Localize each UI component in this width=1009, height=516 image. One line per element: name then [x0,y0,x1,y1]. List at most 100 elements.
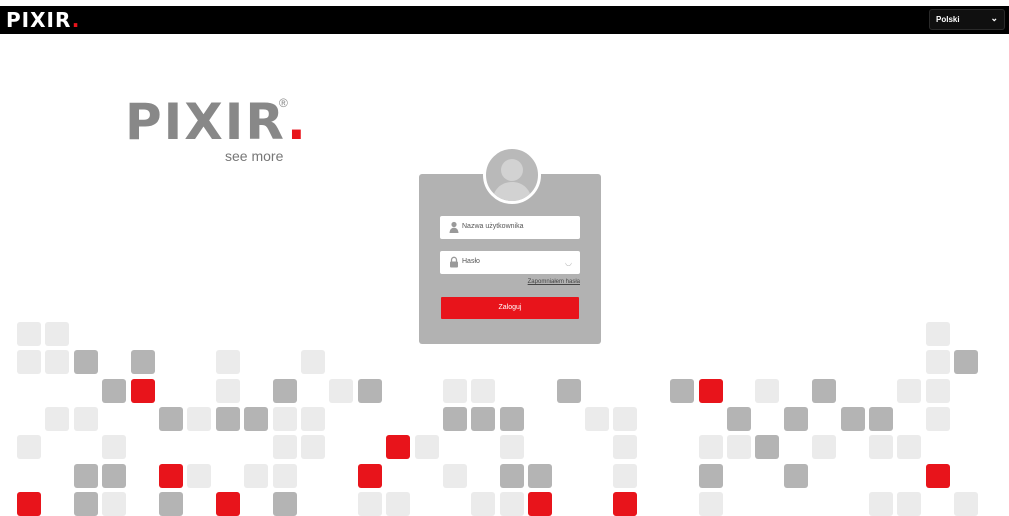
mosaic-tile [699,379,723,403]
mosaic-tile [755,379,779,403]
mosaic-tile [216,350,240,374]
mosaic-tile [131,350,155,374]
username-placeholder: Nazwa użytkownika [462,223,524,230]
mosaic-tile [74,407,98,431]
mosaic-tile [17,350,41,374]
mosaic-tile [954,350,978,374]
mosaic-tile [926,464,950,488]
mosaic-tile [869,435,893,459]
mosaic-tile [74,492,98,516]
mosaic-tile [954,492,978,516]
password-field[interactable]: Hasło ◡ [440,251,580,274]
mosaic-tile [159,464,183,488]
top-bar: PIXIR. Polski ⌄ [0,6,1009,34]
mosaic-tile [102,379,126,403]
mosaic-tile [471,407,495,431]
mosaic-tile [727,435,751,459]
mosaic-tile [273,492,297,516]
mosaic-tile [358,492,382,516]
mosaic-tile [699,464,723,488]
mosaic-tile [613,435,637,459]
login-button[interactable]: Zaloguj [441,297,579,319]
mosaic-tile [727,407,751,431]
mosaic-tile [443,379,467,403]
mosaic-tile [358,379,382,403]
mosaic-tile [897,435,921,459]
mosaic-tile [45,322,69,346]
mosaic-tile [216,492,240,516]
mosaic-tile [329,379,353,403]
brand-logo-word: PIXIR [125,93,287,151]
mosaic-tile [74,350,98,374]
brand-logo-dot: . [286,93,308,151]
registered-mark: ® [279,96,288,110]
mosaic-tile [500,492,524,516]
mosaic-tile [471,379,495,403]
mosaic-tile [841,407,865,431]
mosaic-tile [557,379,581,403]
language-select-value: Polski [936,15,960,24]
mosaic-tile [613,464,637,488]
mosaic-tile [301,350,325,374]
header-logo-text: PIXIR [6,8,72,32]
mosaic-tile [812,379,836,403]
mosaic-tile [500,464,524,488]
mosaic-tile [187,407,211,431]
chevron-down-icon: ⌄ [990,13,998,23]
mosaic-tile [443,407,467,431]
mosaic-tile [897,379,921,403]
mosaic-tile [102,492,126,516]
eye-icon[interactable]: ◡ [565,258,572,267]
mosaic-tile [812,435,836,459]
mosaic-tile [273,407,297,431]
mosaic-tile [613,407,637,431]
mosaic-tile [159,492,183,516]
mosaic-tile [926,379,950,403]
mosaic-tile [386,492,410,516]
user-silhouette-icon [492,159,532,201]
mosaic-tile [926,322,950,346]
header-logo-dot: . [71,8,81,32]
mosaic-tile [443,464,467,488]
mosaic-tile [613,492,637,516]
mosaic-tile [471,492,495,516]
password-placeholder: Hasło [462,258,480,265]
forgot-password-link[interactable]: Zapomniałem hasła [440,279,580,285]
header-logo: PIXIR. [6,8,80,32]
mosaic-tile [273,379,297,403]
mosaic-tile [102,464,126,488]
mosaic-tile [528,492,552,516]
avatar [483,146,541,204]
mosaic-tile [869,492,893,516]
mosaic-tile [755,435,779,459]
mosaic-tile [131,379,155,403]
mosaic-tile [45,350,69,374]
mosaic-tile [244,464,268,488]
username-field[interactable]: Nazwa użytkownika [440,216,580,239]
mosaic-tile [869,407,893,431]
mosaic-tile [670,379,694,403]
mosaic-tile [415,435,439,459]
mosaic-tile [273,464,297,488]
mosaic-tile [17,322,41,346]
brand-tagline: see more [225,148,284,164]
mosaic-tile [897,492,921,516]
mosaic-tile [926,407,950,431]
mosaic-tile [784,407,808,431]
lock-icon [450,256,458,268]
mosaic-tile [17,435,41,459]
mosaic-tile [216,407,240,431]
mosaic-tile [45,407,69,431]
mosaic-tile [301,435,325,459]
mosaic-tile [585,407,609,431]
mosaic-tile [699,435,723,459]
mosaic-tile [74,464,98,488]
language-select[interactable]: Polski ⌄ [929,9,1005,30]
mosaic-tile [102,435,126,459]
mosaic-tile [358,464,382,488]
mosaic-tile [187,464,211,488]
mosaic-tile [244,407,268,431]
mosaic-tile [528,464,552,488]
mosaic-tile [699,492,723,516]
brand-logo: PIXIR. ® see more [125,93,306,166]
